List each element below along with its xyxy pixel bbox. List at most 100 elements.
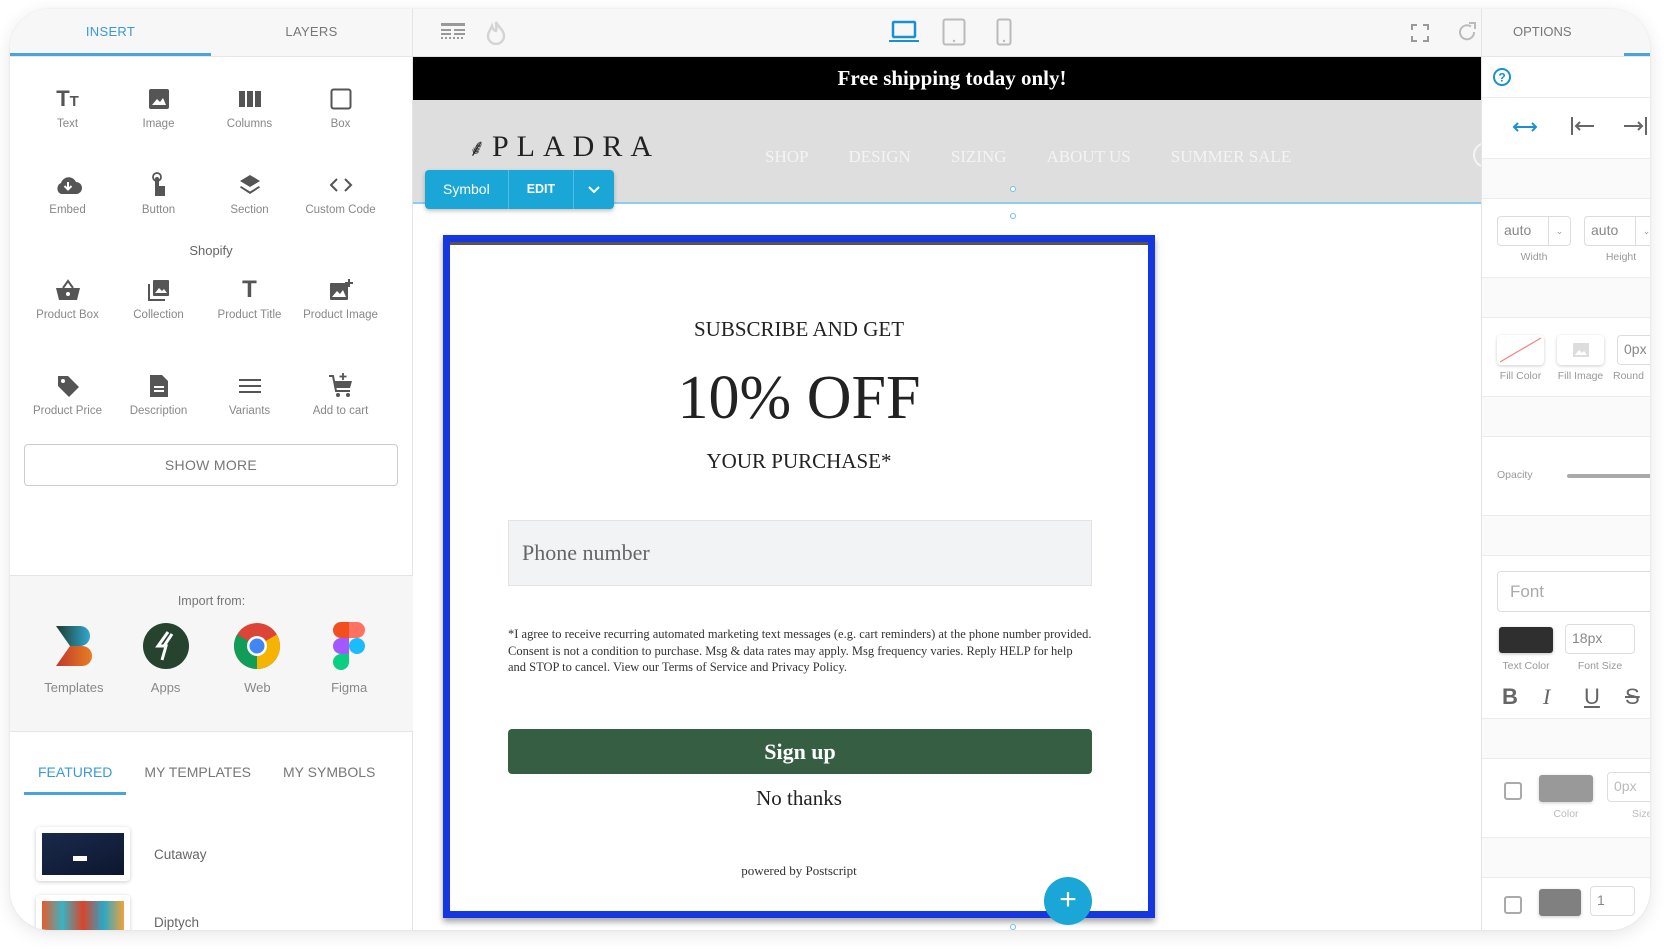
align-left-icon[interactable]	[1570, 116, 1596, 141]
chevron-down-icon[interactable]	[574, 170, 614, 209]
figma-logo-icon	[309, 622, 389, 670]
phone-number-input[interactable]: Phone number	[508, 520, 1092, 586]
shadow-color-swatch[interactable]	[1539, 889, 1581, 916]
italic-button[interactable]: I	[1543, 684, 1584, 710]
refresh-icon[interactable]	[1456, 21, 1478, 48]
box-icon	[295, 85, 386, 113]
width-label: Width	[1520, 251, 1548, 263]
import-apps[interactable]: Apps	[126, 622, 206, 695]
text-icon: TT	[56, 86, 79, 111]
mobile-view-icon[interactable]	[996, 18, 1012, 51]
edit-symbol-button[interactable]: EDIT	[509, 170, 575, 209]
import-figma[interactable]: Figma	[309, 622, 389, 695]
element-collection[interactable]: Collection	[113, 248, 204, 334]
text-style-buttons: B I U S	[1502, 684, 1650, 710]
element-columns[interactable]: Columns	[204, 57, 295, 143]
symbol-button[interactable]: Symbol	[425, 170, 509, 209]
element-product-price[interactable]: Product Price	[22, 344, 113, 430]
grid-layout-icon[interactable]	[441, 21, 465, 46]
tap-icon	[113, 171, 204, 199]
tab-insert[interactable]: INSERT	[10, 9, 211, 56]
legal-disclaimer: *I agree to receive recurring automated …	[508, 627, 1092, 674]
element-button[interactable]: Button	[113, 143, 204, 229]
element-product-box[interactable]: Product Box	[22, 248, 113, 334]
element-description[interactable]: Description	[113, 344, 204, 430]
template-item[interactable]: Cutaway	[36, 827, 207, 881]
tab-layers[interactable]: LAYERS	[211, 9, 412, 56]
show-more-button[interactable]: SHOW MORE	[24, 444, 398, 486]
import-section: Import from: Templates Apps Web Figma	[10, 575, 413, 732]
fullscreen-icon[interactable]	[1411, 24, 1429, 47]
alignment-row	[1482, 98, 1650, 159]
announcement-banner: Free shipping today only!	[413, 57, 1491, 100]
element-embed[interactable]: Embed	[22, 143, 113, 229]
underline-button[interactable]: U	[1584, 684, 1625, 710]
fill-image-button[interactable]	[1557, 335, 1604, 365]
element-variants[interactable]: Variants	[204, 344, 295, 430]
template-item[interactable]: Diptych	[36, 895, 199, 930]
size-row: auto ⌄ Width auto ⌄ Height	[1482, 199, 1650, 278]
add-element-button[interactable]: +	[1044, 877, 1092, 925]
fill-color-swatch[interactable]	[1497, 335, 1544, 365]
editor-window: INSERT LAYERS TT Text Image Columns Box	[10, 9, 1650, 930]
fill-color-label: Fill Color	[1499, 370, 1542, 382]
border-checkbox[interactable]	[1504, 782, 1522, 800]
height-select[interactable]: auto ⌄	[1584, 216, 1650, 246]
element-product-image[interactable]: Product Image	[295, 248, 386, 334]
apps-logo-icon	[126, 622, 206, 670]
editor-canvas: Free shipping today only! ⸙ PLADRA SHOP …	[413, 57, 1499, 930]
modal-subtitle: SUBSCRIBE AND GET	[693, 317, 905, 341]
cloud-download-icon	[22, 171, 113, 199]
template-name: Cutaway	[154, 846, 207, 862]
nav-link[interactable]: SHOP	[765, 147, 808, 167]
shadow-input[interactable]: 1	[1590, 886, 1635, 916]
font-size-input[interactable]: 18px	[1565, 624, 1635, 654]
font-select[interactable]: Font	[1497, 571, 1650, 612]
nav-link[interactable]: ABOUT US	[1047, 147, 1131, 167]
round-input[interactable]: 0px	[1617, 335, 1650, 365]
chrome-logo-icon	[217, 622, 297, 670]
tab-my-symbols[interactable]: MY SYMBOLS	[269, 764, 389, 795]
element-section[interactable]: Section	[204, 143, 295, 229]
text-color-swatch[interactable]	[1499, 627, 1553, 653]
tab-featured[interactable]: FEATURED	[24, 764, 127, 795]
templates-logo-icon	[34, 622, 114, 670]
nav-link[interactable]: SIZING	[951, 147, 1007, 167]
width-select[interactable]: auto ⌄	[1497, 216, 1571, 246]
tab-style[interactable]: S	[1623, 9, 1650, 56]
align-right-icon[interactable]	[1622, 116, 1648, 141]
flame-icon[interactable]	[486, 21, 506, 50]
stretch-width-icon[interactable]	[1512, 120, 1538, 138]
nav-link[interactable]: DESIGN	[848, 147, 910, 167]
no-thanks-link[interactable]: No thanks	[450, 786, 1148, 811]
resize-handle[interactable]	[1010, 186, 1016, 192]
sign-up-button[interactable]: Sign up	[508, 729, 1092, 774]
element-text[interactable]: TT Text	[22, 57, 113, 143]
desktop-view-icon[interactable]	[889, 20, 919, 49]
resize-handle[interactable]	[1010, 213, 1016, 219]
opacity-label: Opacity	[1497, 469, 1533, 481]
help-icon[interactable]: ?	[1492, 67, 1512, 92]
element-image[interactable]: Image	[113, 57, 204, 143]
typography-section: Font Text Color 18px Font Size B I U S	[1482, 556, 1650, 719]
strikethrough-button[interactable]: S	[1625, 684, 1650, 710]
import-templates[interactable]: Templates	[34, 622, 114, 695]
bold-button[interactable]: B	[1502, 684, 1543, 710]
code-icon	[295, 171, 386, 199]
resize-handle[interactable]	[1010, 924, 1016, 930]
element-box[interactable]: Box	[295, 57, 386, 143]
tab-options[interactable]: OPTIONS	[1513, 9, 1572, 56]
element-product-title[interactable]: T Product Title	[204, 248, 295, 334]
element-custom-code[interactable]: Custom Code	[295, 143, 386, 229]
opacity-slider[interactable]	[1567, 474, 1650, 478]
shopify-grid: Product Box Collection T Product Title P…	[10, 248, 412, 430]
tablet-view-icon[interactable]	[942, 18, 966, 51]
element-add-to-cart[interactable]: Add to cart	[295, 344, 386, 430]
shadow-checkbox[interactable]	[1504, 896, 1522, 914]
options-panel: OPTIONS S ? auto⌄ Width auto⌄ Height Fil…	[1481, 9, 1650, 930]
nav-link[interactable]: SUMMER SALE	[1171, 147, 1291, 167]
border-color-swatch[interactable]	[1539, 775, 1593, 802]
import-web[interactable]: Web	[217, 622, 297, 695]
tab-my-templates[interactable]: MY TEMPLATES	[130, 764, 265, 795]
border-size-input[interactable]: 0px	[1607, 772, 1650, 802]
